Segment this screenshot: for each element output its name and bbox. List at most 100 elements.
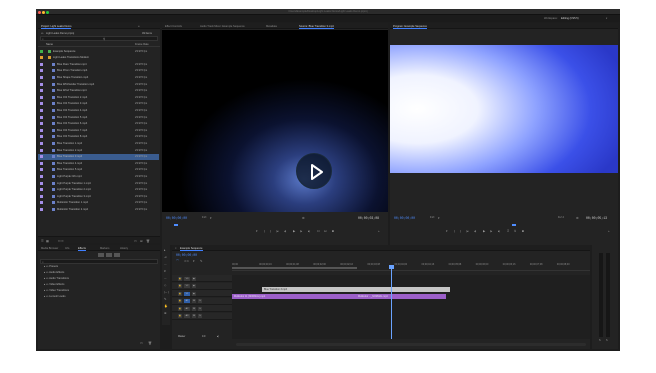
list-item[interactable]: Blue Transition 2.mp4 23.976 fps <box>38 147 159 153</box>
source-fit-select[interactable]: Fit <box>202 216 207 219</box>
effects-search-input[interactable]: ⌕ <box>40 259 158 264</box>
tab-markers[interactable]: Markers <box>100 247 109 250</box>
zoom-tool-icon[interactable]: ⊕ <box>164 311 167 315</box>
source-playhead-marker[interactable] <box>174 224 178 226</box>
label-color-swatch[interactable] <box>40 102 43 106</box>
bin-filter-icon[interactable]: ⚲ <box>103 37 105 41</box>
new-bin-icon[interactable]: ▭ <box>134 239 137 243</box>
work-area-bar[interactable] <box>232 267 357 269</box>
list-item[interactable]: Blue Orb Transition 6.mp4 23.976 fps <box>38 121 159 127</box>
effects-folder-item[interactable]: ▸ ▭ Lumetri Looks <box>44 295 66 298</box>
list-item[interactable]: Blue Shape Transition.mp4 23.976 fps <box>38 74 159 80</box>
column-name-header[interactable]: Name <box>46 43 53 46</box>
program-video-frame[interactable] <box>390 45 618 173</box>
list-item[interactable]: Light Purple Transition 2.mp4 23.976 fps <box>38 187 159 193</box>
track-target-toggle[interactable]: A2 <box>184 306 190 311</box>
label-color-swatch[interactable] <box>40 201 43 205</box>
settings-icon[interactable]: ⚙ <box>302 216 305 220</box>
solo-track-button[interactable]: S <box>198 299 202 303</box>
list-item[interactable]: Blue Transition 1.mp4 23.976 fps <box>38 140 159 146</box>
clip-v1-a[interactable]: Multicolor 11 (NORMAL).mp4 <box>232 294 356 299</box>
chevron-down-icon[interactable]: ▾ <box>438 216 440 220</box>
play-icon[interactable]: ▶ <box>483 229 485 233</box>
go-to-in-icon[interactable]: |◂ <box>466 229 468 233</box>
label-color-swatch[interactable] <box>40 82 43 86</box>
export-frame-icon[interactable]: ◙ <box>522 229 524 233</box>
list-item[interactable]: Blue Orb Transition 4.mp4 23.976 fps <box>38 107 159 113</box>
track-header[interactable]: 🔒 A1 M S <box>172 297 232 305</box>
trash-icon[interactable]: 🗑 <box>148 341 152 345</box>
add-marker-icon[interactable]: ▾ <box>193 259 195 263</box>
close-icon[interactable]: × <box>175 247 177 250</box>
label-color-swatch[interactable] <box>40 62 43 66</box>
timeline-horizontal-scrollbar[interactable] <box>236 343 586 346</box>
list-item[interactable]: Light Purple Orb.mp4 23.976 fps <box>38 173 159 179</box>
step-back-icon[interactable]: ◂| <box>284 229 286 233</box>
label-color-swatch[interactable] <box>40 115 43 119</box>
pen-tool-icon[interactable]: ✎ <box>164 297 167 301</box>
lift-icon[interactable]: ⊼ <box>507 229 509 233</box>
rolling-edit-tool-icon[interactable]: # <box>164 269 166 273</box>
go-to-out-icon[interactable]: ▸| <box>308 229 310 233</box>
ripple-edit-tool-icon[interactable]: ⇔ <box>164 262 167 266</box>
program-timecode[interactable]: 00;00;00;00 <box>394 216 415 220</box>
tab-media-browser[interactable]: Media Browser <box>41 247 58 250</box>
list-item[interactable]: Blue Prism Transition.mp4 23.976 fps <box>38 68 159 74</box>
label-color-swatch[interactable] <box>40 207 43 211</box>
go-to-in-icon[interactable]: |◂ <box>276 229 278 233</box>
program-fit-select[interactable]: Fit <box>430 216 435 219</box>
mark-out-icon[interactable]: } <box>270 229 271 233</box>
list-item[interactable]: Blue Whirlwinder Transition.mp4 23.976 fp… <box>38 81 159 87</box>
lock-track-icon[interactable]: 🔒 <box>178 291 182 296</box>
program-scrubber[interactable] <box>392 223 616 226</box>
source-scrubber[interactable] <box>164 223 386 226</box>
label-color-swatch[interactable] <box>40 174 43 178</box>
yuv-effects-icon[interactable] <box>114 253 120 257</box>
marker-icon[interactable]: ▾ <box>446 229 448 233</box>
zoom-slider[interactable]: ━○━ <box>58 239 63 243</box>
new-item-icon[interactable]: ⊞ <box>140 239 143 243</box>
track-target-toggle[interactable]: V1 <box>184 291 190 296</box>
mark-in-icon[interactable]: { <box>264 229 265 233</box>
program-playhead-marker[interactable] <box>512 224 516 226</box>
overwrite-icon[interactable]: ⊟ <box>324 229 327 233</box>
list-item[interactable]: Multicolor Transition 1.mp4 23.976 fps <box>38 200 159 206</box>
mute-track-button[interactable]: M <box>192 306 196 311</box>
label-color-swatch[interactable] <box>40 168 43 172</box>
trash-icon[interactable]: 🗑 <box>146 239 150 243</box>
label-color-swatch[interactable] <box>40 122 43 126</box>
label-color-swatch[interactable] <box>40 148 43 152</box>
selection-tool-icon[interactable]: ▸ <box>164 248 166 252</box>
razor-tool-icon[interactable]: ◇ <box>164 283 166 287</box>
label-color-swatch[interactable] <box>40 49 43 53</box>
snap-icon[interactable]: ⌒ <box>176 259 179 263</box>
timeline-timecode[interactable]: 00;00;00;00 <box>176 253 197 257</box>
step-forward-icon[interactable]: |▸ <box>490 229 492 233</box>
lock-track-icon[interactable]: 🔒 <box>178 276 182 281</box>
list-item[interactable]: Blue Transition 5.mp4 23.976 fps <box>38 167 159 173</box>
tab-effects[interactable]: Effects <box>78 247 86 251</box>
go-to-out-icon[interactable]: ▸| <box>217 335 219 338</box>
list-view-icon[interactable]: ☰ <box>41 239 44 243</box>
timeline-playhead[interactable] <box>391 265 392 339</box>
label-color-swatch[interactable] <box>40 95 43 99</box>
label-color-swatch[interactable] <box>40 89 43 93</box>
workspace-select[interactable]: Editing (CS5.5) <box>561 17 579 20</box>
source-timecode[interactable]: 00;00;00;00 <box>166 216 187 220</box>
tab-source[interactable]: Source: Blue Transition 3.mp4 <box>299 25 334 29</box>
linked-selection-icon[interactable]: ⊂⊃ <box>184 259 189 263</box>
label-color-swatch[interactable] <box>40 141 43 145</box>
toggle-output-icon[interactable]: ◉ <box>192 284 196 288</box>
solo-left-button[interactable]: S <box>599 339 601 342</box>
solo-track-button[interactable]: S <box>198 314 202 318</box>
add-button-icon[interactable]: + <box>378 229 380 233</box>
label-color-swatch[interactable] <box>40 135 43 139</box>
tab-audio-track-mixer[interactable]: Audio Track Mixer: Example Sequence <box>200 25 245 28</box>
track-header[interactable]: 🔒 V2 ◉ <box>172 282 232 290</box>
new-bin-icon[interactable]: ▭ <box>140 341 143 345</box>
list-item[interactable]: Blue Transition 3.mp4 23.976 fps <box>38 153 159 160</box>
tab-effect-controls[interactable]: Effect Controls <box>165 25 182 28</box>
track-target-toggle[interactable]: A3 <box>184 314 190 318</box>
label-color-swatch[interactable] <box>40 188 43 192</box>
clip-v1-b[interactable]: Multicolor ..._NORMAL.mp4 <box>356 294 446 299</box>
